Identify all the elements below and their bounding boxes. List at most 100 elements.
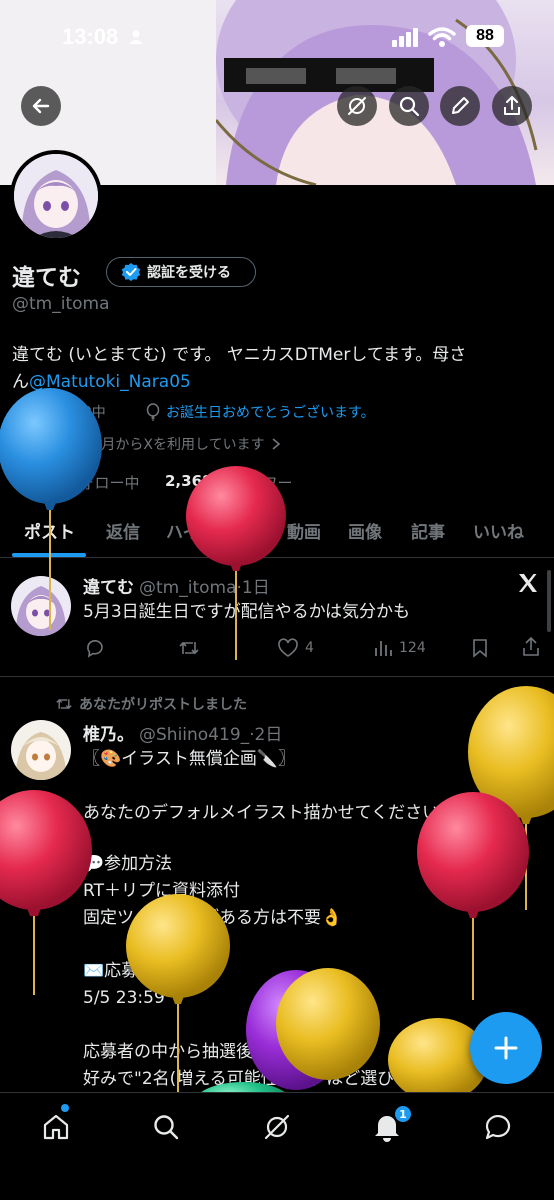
post-text-line: RT＋リプに資料添付 — [83, 881, 240, 901]
verify-button-label: 認証を受ける — [147, 265, 231, 281]
post-handle-time: @tm_itoma·1日 — [139, 578, 270, 598]
post-text-line: 好みで"2名(増える可能性あり)"ほど選びます❗ — [83, 1069, 450, 1089]
nav-messages[interactable] — [481, 1110, 515, 1144]
verified-badge-icon — [121, 263, 141, 281]
share-button[interactable] — [492, 86, 532, 126]
battery-indicator: 88 — [466, 25, 504, 47]
plus-icon — [494, 1036, 518, 1060]
post-text: 5月3日誕生日ですが配信やるかは気分かも — [83, 602, 410, 622]
bookmark-button[interactable] — [471, 638, 489, 658]
edit-button[interactable] — [440, 86, 480, 126]
bio-line-2: ん@Matutoki_Nara05 — [12, 367, 191, 392]
person-icon — [128, 29, 144, 49]
location-text: Daw勉強中 — [33, 405, 106, 421]
like-button[interactable]: 4 — [277, 638, 314, 658]
profile-birthday: お誕生日おめでとうございます。 — [145, 402, 375, 422]
profile-joined[interactable]: 2020 年 5月からXを利用しています — [12, 434, 281, 454]
nav-search[interactable] — [149, 1110, 183, 1144]
post-header: 椎乃。 @Shiino419_·2日 — [83, 720, 282, 745]
repost-icon — [179, 641, 199, 655]
x-logo-icon — [517, 719, 539, 745]
post-handle-time: @Shiino419_·2日 — [139, 725, 283, 745]
compose-button[interactable] — [470, 1012, 542, 1084]
following-link[interactable]: 1,888 フォロー中 — [12, 472, 139, 493]
joined-text: 2020 年 5月からXを利用しています — [34, 437, 265, 453]
post-avatar[interactable] — [11, 576, 71, 636]
profile-handle: @tm_itoma — [12, 294, 110, 314]
post-header: 違てむ @tm_itoma·1日 — [83, 573, 270, 598]
followers-link[interactable]: 2,368 フォロワー — [165, 472, 292, 493]
views-button[interactable]: 124 — [373, 638, 426, 658]
balloon-yellow — [276, 968, 380, 1080]
repost-button[interactable] — [178, 638, 200, 658]
notification-badge: 1 — [393, 1104, 413, 1124]
home-icon — [43, 1114, 69, 1140]
post-text-line: あなたのデフォルメイラスト描かせてください❗ — [83, 803, 461, 823]
grok-button[interactable] — [337, 86, 377, 126]
tabs-divider — [0, 557, 554, 558]
tab-replies[interactable]: 返信 — [106, 518, 140, 543]
followers-label: フォロワー — [217, 474, 293, 492]
location-pin-icon — [13, 404, 27, 420]
post-author-name[interactable]: 違てむ — [83, 573, 134, 598]
verify-button[interactable]: 認証を受ける — [106, 257, 256, 287]
bookmark-icon — [473, 639, 487, 658]
grok-icon — [348, 97, 366, 115]
like-count: 4 — [305, 640, 314, 656]
tab-videos[interactable]: 動画 — [287, 518, 321, 543]
balloon-red — [186, 466, 286, 660]
profile-avatar[interactable] — [10, 150, 102, 242]
avatar-image — [11, 576, 71, 636]
arrow-left-icon — [32, 98, 50, 114]
avatar-image — [11, 720, 71, 780]
nav-grok[interactable] — [260, 1110, 294, 1144]
tab-images[interactable]: 画像 — [348, 518, 382, 543]
balloon-birthday-icon — [146, 403, 160, 421]
post-share-button[interactable] — [521, 637, 541, 657]
post-divider — [0, 676, 554, 677]
post-text-line: 固定ツイに資料がある方は不要👌 — [83, 908, 343, 928]
search-button[interactable] — [389, 86, 429, 126]
search-icon — [399, 96, 420, 117]
bio-text: ん — [12, 372, 29, 392]
scrollbar-thumb[interactable] — [547, 570, 551, 632]
post-author-name[interactable]: 椎乃。 — [83, 720, 134, 745]
post-avatar[interactable] — [11, 720, 71, 780]
search-icon — [154, 1115, 179, 1140]
views-count: 124 — [399, 640, 426, 656]
repost-icon — [56, 698, 72, 710]
following-count: 1,888 — [12, 472, 60, 490]
status-time: 13:08 — [62, 24, 119, 49]
share-icon — [523, 637, 539, 656]
share-icon — [504, 96, 520, 115]
tab-articles[interactable]: 記事 — [411, 518, 445, 543]
balloon-yellow — [468, 686, 554, 910]
following-label: フォロー中 — [64, 474, 140, 492]
grok-icon — [264, 1114, 290, 1140]
wifi-icon — [428, 26, 456, 52]
avatar-image — [14, 154, 98, 238]
signal-icon — [392, 27, 420, 51]
tab-likes[interactable]: いいね — [473, 518, 524, 543]
repost-note-text: あなたがリポストしました — [79, 697, 247, 713]
post-text-line: 応募者の中から抽選後、 — [83, 1042, 270, 1062]
bio-line-1: 違てむ (いとまてむ) です。 ヤニカスDTMerしてます。母さ — [12, 345, 467, 365]
reply-button[interactable] — [85, 638, 105, 658]
post-text-line: ✉️応募締切 — [83, 961, 173, 981]
post-text-line: 〖🎨イラスト無償企画🔪〗 — [83, 749, 295, 769]
x-logo-icon — [517, 572, 539, 598]
heart-icon — [278, 638, 298, 657]
nav-home[interactable] — [39, 1110, 73, 1144]
bio-mention-link[interactable]: @Matutoki_Nara05 — [29, 372, 191, 392]
bottom-navigation — [0, 1092, 554, 1200]
birthday-text[interactable]: お誕生日おめでとうございます。 — [166, 402, 375, 422]
tab-highlights[interactable]: ハイライト — [166, 518, 251, 543]
back-button[interactable] — [21, 86, 61, 126]
profile-location: Daw勉強中 — [12, 402, 106, 422]
balloon-red — [0, 790, 92, 995]
calendar-icon — [12, 437, 28, 452]
home-unread-dot — [61, 1104, 69, 1112]
tab-posts[interactable]: ポスト — [24, 518, 75, 543]
repost-note: あなたがリポストしました — [55, 694, 247, 714]
chat-bubble-icon — [485, 1115, 511, 1140]
